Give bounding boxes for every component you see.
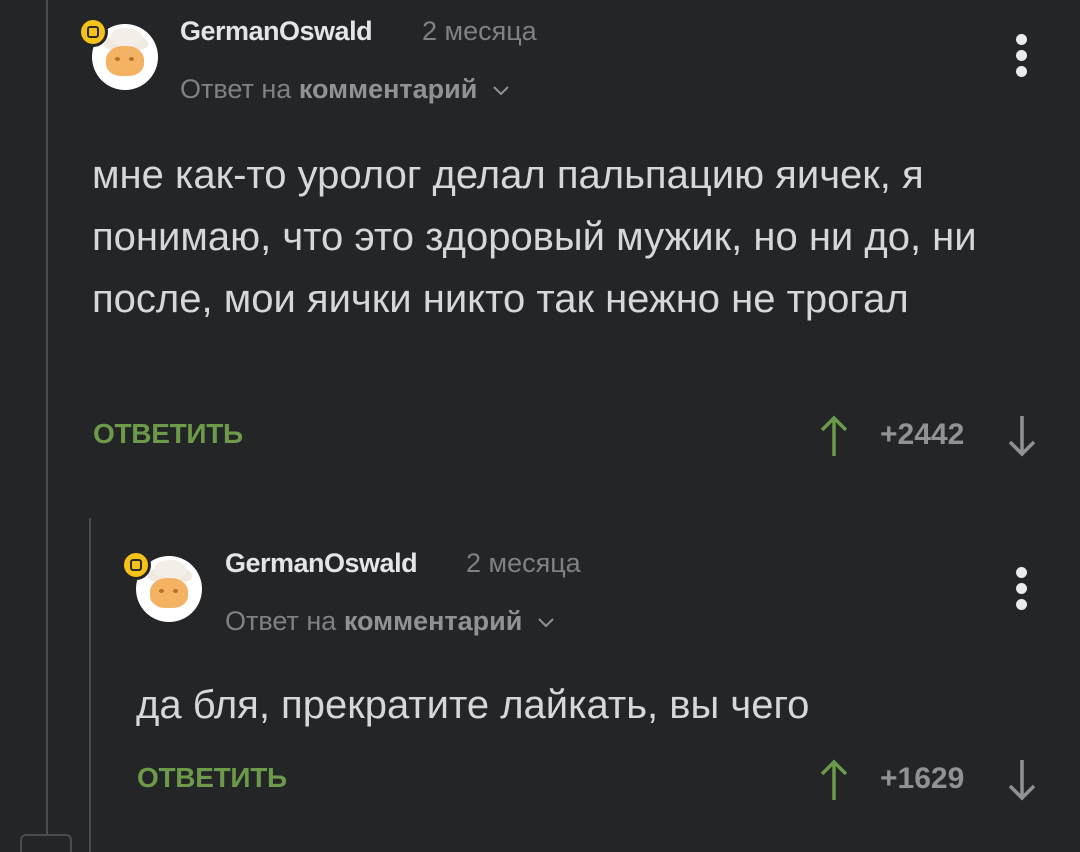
comment-text: мне как-то уролог делал пальпацию яичек,… xyxy=(92,153,977,321)
reply-button[interactable]: ОТВЕТИТЬ xyxy=(93,418,243,450)
avatar-face xyxy=(150,578,188,608)
avatar-face xyxy=(106,46,144,76)
arrow-up-icon[interactable] xyxy=(818,414,850,458)
reply-to: Ответ на комментарий xyxy=(180,72,509,105)
reply-prefix: Ответ на xyxy=(225,606,337,636)
chevron-down-icon[interactable] xyxy=(493,72,509,103)
badge-icon xyxy=(78,17,108,47)
vote-score: +1629 xyxy=(880,762,965,795)
author-name[interactable]: GermanOswald xyxy=(225,548,418,579)
comment-text: да бля, прекратите лайкать, вы чего xyxy=(136,683,810,727)
arrow-down-icon[interactable] xyxy=(1006,414,1038,458)
vote-score: +2442 xyxy=(880,418,965,451)
reply-to: Ответ на комментарий xyxy=(225,604,554,637)
chef-hat-icon xyxy=(110,28,142,46)
more-vertical-icon[interactable] xyxy=(1015,567,1029,611)
author-name[interactable]: GermanOswald xyxy=(180,16,373,47)
reply-to-link[interactable]: комментарий xyxy=(344,606,523,636)
chevron-down-icon[interactable] xyxy=(538,604,554,635)
comment: GermanOswald 2 месяца Ответ на комментар… xyxy=(0,0,1080,480)
more-vertical-icon[interactable] xyxy=(1015,34,1029,78)
reply-to-link[interactable]: комментарий xyxy=(299,74,478,104)
reply-prefix: Ответ на xyxy=(180,74,292,104)
comment-time: 2 месяца xyxy=(422,16,537,46)
comments-thread: GermanOswald 2 месяца Ответ на комментар… xyxy=(0,0,1080,852)
reply-button[interactable]: ОТВЕТИТЬ xyxy=(137,762,287,794)
arrow-up-icon[interactable] xyxy=(818,758,850,802)
badge-icon xyxy=(121,550,151,580)
chef-hat-icon xyxy=(154,560,186,578)
comment-time: 2 месяца xyxy=(466,548,581,578)
arrow-down-icon[interactable] xyxy=(1006,758,1038,802)
comment-reply: GermanOswald 2 месяца Ответ на комментар… xyxy=(0,540,1080,840)
